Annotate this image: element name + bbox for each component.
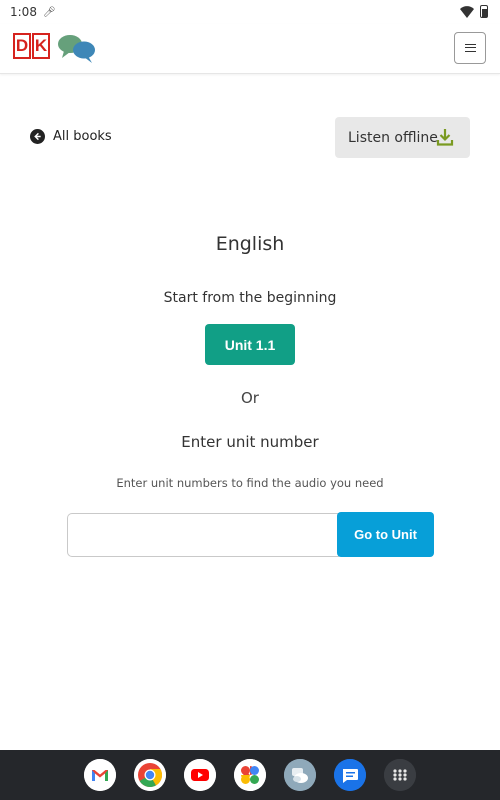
- menu-button[interactable]: [454, 32, 486, 64]
- status-bar: 1:08 🎤︎: [0, 0, 500, 24]
- gmail-icon[interactable]: [84, 759, 116, 791]
- status-icons: [460, 5, 488, 18]
- dk-logo[interactable]: D K: [13, 33, 51, 61]
- chat-app-icon[interactable]: [284, 759, 316, 791]
- all-books-label: All books: [53, 129, 112, 144]
- chrome-icon[interactable]: [134, 759, 166, 791]
- chat-bubbles-logo-icon: [58, 35, 95, 63]
- photos-icon[interactable]: [234, 759, 266, 791]
- mic-icon: 🎤︎: [42, 6, 56, 18]
- enter-unit-label: Enter unit number: [181, 433, 319, 451]
- taskbar: [0, 750, 500, 800]
- dk-logo-d: D: [13, 33, 31, 59]
- hamburger-icon: [464, 44, 476, 52]
- unit-number-input[interactable]: [67, 513, 339, 557]
- battery-icon: [480, 5, 488, 18]
- dk-logo-k: K: [32, 33, 50, 59]
- download-icon: [436, 129, 454, 146]
- all-books-link[interactable]: All books: [30, 129, 112, 144]
- arrow-left-circle-icon: [30, 129, 45, 144]
- go-to-unit-button[interactable]: Go to Unit: [337, 512, 434, 557]
- status-time: 1:08: [10, 5, 37, 19]
- language-title: English: [215, 233, 285, 255]
- app-header: D K: [0, 24, 500, 74]
- unit-1-1-button[interactable]: Unit 1.1: [205, 324, 295, 365]
- or-label: Or: [241, 389, 259, 407]
- listen-offline-label: Listen offline: [348, 129, 438, 146]
- listen-offline-button[interactable]: Listen offline: [335, 117, 470, 158]
- start-label: Start from the beginning: [163, 290, 337, 306]
- unit-hint: Enter unit numbers to find the audio you…: [116, 476, 384, 490]
- youtube-icon[interactable]: [184, 759, 216, 791]
- wifi-icon: [460, 5, 474, 18]
- messages-icon[interactable]: [334, 759, 366, 791]
- app-drawer-icon[interactable]: [384, 759, 416, 791]
